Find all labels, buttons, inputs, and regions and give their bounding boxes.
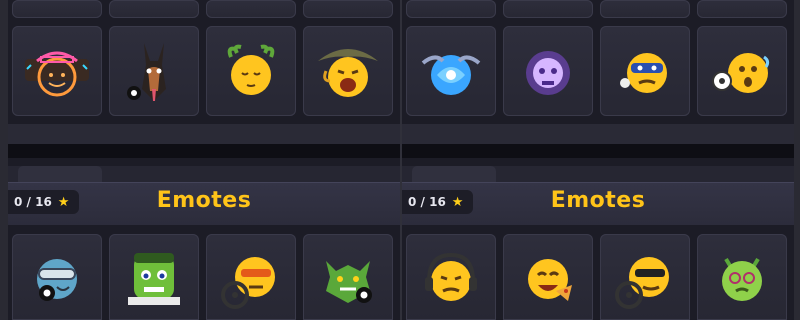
soccer-ball-surprised-face-icon bbox=[712, 53, 770, 93]
emote-panel-right: 0 / 16 ★ Emotes bbox=[402, 0, 794, 320]
emote-slot[interactable] bbox=[406, 0, 496, 18]
emote-panel-left: 0 / 16 ★ Emotes bbox=[8, 0, 400, 320]
purple-ghost-skull-icon bbox=[526, 51, 570, 95]
frankenstein-face-icon bbox=[128, 253, 180, 305]
right-frame-edge bbox=[794, 0, 800, 320]
emote-slot[interactable] bbox=[600, 0, 690, 18]
left-frame-edge bbox=[0, 0, 8, 320]
emote-slot[interactable] bbox=[697, 0, 787, 18]
emote-slot[interactable] bbox=[697, 26, 787, 116]
sunglasses-steering-wheel-face-icon bbox=[221, 257, 275, 309]
emote-grid-bottom bbox=[402, 234, 794, 320]
doberman-8-ball-icon bbox=[127, 43, 166, 101]
green-dragon-8-ball-icon bbox=[326, 261, 372, 303]
headphones-angry-face-icon bbox=[425, 252, 477, 301]
emote-slot[interactable] bbox=[600, 26, 690, 116]
emote-slot[interactable] bbox=[406, 234, 496, 320]
emote-slot[interactable] bbox=[503, 234, 593, 320]
section-divider bbox=[402, 144, 794, 158]
laurel-relieved-face-icon bbox=[227, 44, 275, 95]
emote-slot[interactable] bbox=[12, 26, 102, 116]
emote-slot[interactable] bbox=[109, 0, 199, 18]
cowboy-neon-face-icon bbox=[25, 51, 89, 97]
emote-slot[interactable] bbox=[12, 0, 102, 18]
category-tab[interactable] bbox=[18, 166, 102, 182]
section-divider bbox=[8, 144, 400, 158]
dizzy-green-face-icon bbox=[722, 257, 762, 301]
cowboy-hat-yelling-face-icon bbox=[318, 49, 378, 97]
blue-swirl-orb-icon bbox=[421, 55, 481, 95]
emote-slot[interactable] bbox=[303, 26, 393, 116]
emote-slot[interactable] bbox=[503, 26, 593, 116]
emote-grid-top bbox=[402, 0, 794, 116]
panel-frame-bottom bbox=[8, 124, 400, 144]
emote-slot[interactable] bbox=[406, 26, 496, 116]
category-tab[interactable] bbox=[412, 166, 496, 182]
section-title: Emotes bbox=[156, 188, 252, 213]
section-title: Emotes bbox=[550, 188, 646, 213]
sunglasses-wheel-face-icon bbox=[615, 257, 669, 309]
emote-slot[interactable] bbox=[503, 0, 593, 18]
emote-slot[interactable] bbox=[206, 234, 296, 320]
emote-slot[interactable] bbox=[303, 234, 393, 320]
emote-slot[interactable] bbox=[697, 234, 787, 320]
emote-slot[interactable] bbox=[206, 26, 296, 116]
emote-grid-top bbox=[8, 0, 400, 116]
pizza-laughing-face-icon bbox=[528, 259, 572, 301]
angry-masked-face-icon bbox=[620, 53, 667, 93]
emote-grid-bottom bbox=[8, 234, 400, 320]
emote-slot[interactable] bbox=[109, 234, 199, 320]
emote-slot[interactable] bbox=[600, 234, 690, 320]
emote-slot[interactable] bbox=[109, 26, 199, 116]
goggles-8-ball-face-icon bbox=[37, 259, 77, 301]
emote-slot[interactable] bbox=[303, 0, 393, 18]
emote-slot[interactable] bbox=[12, 234, 102, 320]
emote-slot[interactable] bbox=[206, 0, 296, 18]
panel-frame-bottom bbox=[402, 124, 794, 144]
